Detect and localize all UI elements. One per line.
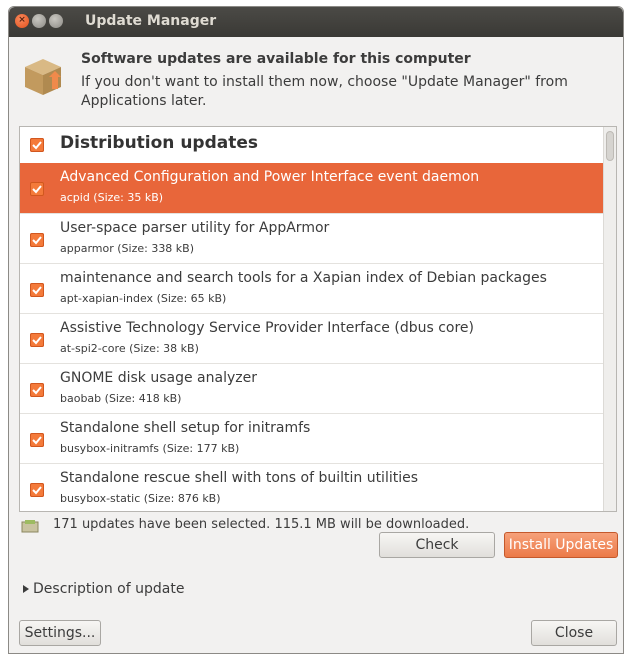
- list-item[interactable]: Standalone rescue shell with tons of bui…: [20, 463, 604, 511]
- package-name: Standalone shell setup for initramfs: [60, 420, 311, 436]
- package-detail: busybox-initramfs (Size: 177 kB): [60, 442, 240, 455]
- update-manager-window: × Update Manager Software updates are av…: [8, 6, 624, 654]
- window-title: Update Manager: [85, 13, 217, 29]
- checkbox-checked-icon[interactable]: [30, 433, 44, 447]
- scrollbar-thumb[interactable]: [606, 131, 614, 161]
- maximize-window-icon[interactable]: [49, 14, 63, 28]
- checkbox-checked-icon[interactable]: [30, 483, 44, 497]
- package-detail: apt-xapian-index (Size: 65 kB): [60, 292, 227, 305]
- updates-list: Distribution updates Advanced Configurat…: [19, 126, 617, 512]
- group-label: Distribution updates: [60, 133, 259, 153]
- title-bar: × Update Manager: [9, 7, 623, 37]
- package-name: Assistive Technology Service Provider In…: [60, 320, 474, 336]
- list-item[interactable]: Advanced Configuration and Power Interfa…: [20, 163, 604, 213]
- list-item[interactable]: maintenance and search tools for a Xapia…: [20, 263, 604, 313]
- package-detail: acpid (Size: 35 kB): [60, 191, 164, 204]
- checkbox-checked-icon[interactable]: [30, 233, 44, 247]
- package-detail: baobab (Size: 418 kB): [60, 392, 182, 405]
- package-update-icon: [25, 59, 61, 95]
- list-item[interactable]: GNOME disk usage analyzer baobab (Size: …: [20, 363, 604, 413]
- settings-button[interactable]: Settings...: [19, 620, 101, 646]
- checkbox-checked-icon[interactable]: [30, 182, 44, 196]
- status-text: 171 updates have been selected. 115.1 MB…: [53, 517, 470, 532]
- expander-label: Description of update: [33, 581, 185, 597]
- list-scrollbar[interactable]: [603, 127, 616, 511]
- header-title: Software updates are available for this …: [81, 51, 471, 67]
- group-row-distribution-updates[interactable]: Distribution updates: [20, 127, 604, 163]
- package-name: maintenance and search tools for a Xapia…: [60, 270, 547, 286]
- description-expander[interactable]: Description of update: [23, 581, 184, 597]
- checkbox-checked-icon[interactable]: [30, 138, 44, 152]
- package-detail: busybox-static (Size: 876 kB): [60, 492, 221, 505]
- checkbox-checked-icon[interactable]: [30, 283, 44, 297]
- list-item[interactable]: Assistive Technology Service Provider In…: [20, 313, 604, 363]
- close-window-icon[interactable]: ×: [15, 14, 29, 28]
- package-name: Standalone rescue shell with tons of bui…: [60, 470, 419, 486]
- list-item[interactable]: User-space parser utility for AppArmor a…: [20, 213, 604, 263]
- package-detail: apparmor (Size: 338 kB): [60, 242, 195, 255]
- download-status-icon: [21, 520, 39, 533]
- package-name: GNOME disk usage analyzer: [60, 370, 257, 386]
- header-description: If you don't want to install them now, c…: [81, 74, 568, 109]
- package-name: Advanced Configuration and Power Interfa…: [60, 169, 480, 185]
- install-updates-button[interactable]: Install Updates: [504, 532, 618, 558]
- list-item[interactable]: Standalone shell setup for initramfs bus…: [20, 413, 604, 463]
- checkbox-checked-icon[interactable]: [30, 333, 44, 347]
- minimize-window-icon[interactable]: [32, 14, 46, 28]
- close-button[interactable]: Close: [531, 620, 617, 646]
- checkbox-checked-icon[interactable]: [30, 383, 44, 397]
- package-name: User-space parser utility for AppArmor: [60, 220, 330, 236]
- package-detail: at-spi2-core (Size: 38 kB): [60, 342, 199, 355]
- expander-arrow-icon: [23, 585, 29, 593]
- check-button[interactable]: Check: [379, 532, 495, 558]
